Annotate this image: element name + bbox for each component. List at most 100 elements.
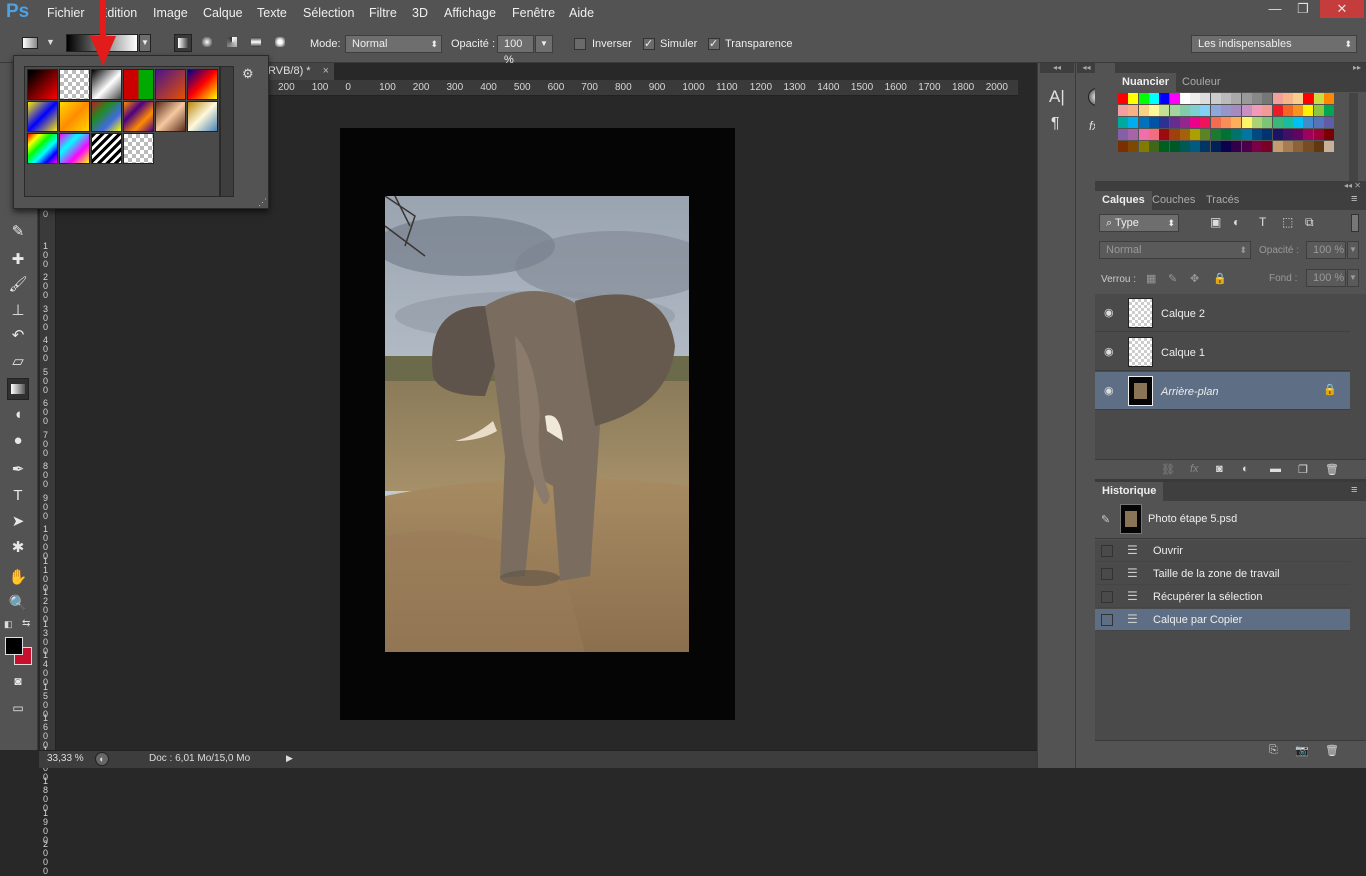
color-swatch[interactable] — [1241, 93, 1252, 104]
blur-tool-icon[interactable]: ◖ — [7, 404, 29, 426]
layer-row[interactable]: ◉ Arrière-plan 🔒 — [1095, 372, 1350, 410]
history-brush-source-icon[interactable]: ✎ — [1101, 513, 1110, 526]
color-swatch[interactable] — [1118, 93, 1128, 104]
color-swatch[interactable] — [1241, 141, 1252, 152]
color-swatch[interactable] — [1159, 129, 1170, 140]
fill-input[interactable]: 100 % — [1306, 269, 1346, 287]
color-swatch[interactable] — [1159, 117, 1170, 128]
collapse-arrow-icon[interactable]: ▸▸ — [1115, 63, 1366, 73]
custom-shape-tool-icon[interactable]: ✱ — [7, 537, 29, 559]
filter-toggle[interactable] — [1351, 214, 1359, 232]
tab-historique[interactable]: Historique — [1095, 482, 1164, 501]
workspace-select[interactable]: Les indispensables ⬍ — [1191, 35, 1357, 53]
gradient-preset-swatch[interactable] — [187, 101, 218, 132]
color-swatch[interactable] — [1148, 105, 1159, 116]
color-swatch[interactable] — [1179, 117, 1190, 128]
color-swatch[interactable] — [1251, 105, 1262, 116]
gradient-preset-swatch[interactable] — [155, 101, 186, 132]
color-swatch[interactable] — [1324, 93, 1334, 104]
color-swatch[interactable] — [1324, 141, 1334, 152]
color-swatch[interactable] — [1179, 105, 1190, 116]
layer-opacity-input[interactable]: 100 % — [1306, 241, 1346, 259]
tab-couleur[interactable]: Couleur — [1175, 73, 1228, 92]
color-swatch[interactable] — [1128, 105, 1139, 116]
layer-row[interactable]: ◉ Calque 2 — [1095, 294, 1350, 332]
eye-icon[interactable]: ◉ — [1104, 384, 1114, 397]
color-swatch[interactable] — [1138, 129, 1149, 140]
gradient-preset-swatch[interactable] — [59, 133, 90, 164]
swatch-grid[interactable] — [1118, 93, 1348, 193]
color-swatch[interactable] — [1159, 141, 1170, 152]
gradient-preset-swatch[interactable] — [155, 69, 186, 100]
color-swatch[interactable] — [1293, 93, 1304, 104]
layer-name[interactable]: Calque 1 — [1161, 347, 1205, 359]
menu-selection[interactable]: Sélection — [303, 6, 354, 20]
color-swatch[interactable] — [1128, 93, 1139, 104]
new-document-from-state-icon[interactable]: ⎘ — [1269, 744, 1278, 757]
gradient-tool-icon[interactable] — [22, 37, 38, 49]
menu-fenetre[interactable]: Fenêtre — [512, 6, 555, 20]
fill-chevron-icon[interactable]: ▼ — [1347, 269, 1359, 287]
reflected-gradient-button[interactable] — [248, 34, 266, 52]
color-swatch[interactable] — [1262, 141, 1273, 152]
diamond-gradient-button[interactable] — [272, 34, 290, 52]
opacity-input[interactable]: 100 % — [497, 35, 534, 66]
color-swatch[interactable] — [1303, 93, 1314, 104]
swatches-scrollbar[interactable] — [1349, 93, 1358, 188]
gradient-preset-swatch[interactable] — [27, 101, 58, 132]
color-swatch[interactable] — [1231, 105, 1242, 116]
filter-smart-object-icon[interactable]: ⧉ — [1305, 215, 1314, 230]
history-source-checkbox[interactable] — [1101, 545, 1113, 557]
color-swatch[interactable] — [1231, 129, 1242, 140]
angle-gradient-button[interactable] — [224, 34, 242, 52]
color-swatch[interactable] — [1169, 141, 1180, 152]
gear-icon[interactable]: ⚙ — [242, 66, 254, 82]
color-swatch[interactable] — [1169, 105, 1180, 116]
color-swatch[interactable] — [1190, 105, 1201, 116]
fx-icon[interactable]: fx — [1190, 463, 1199, 475]
gradient-preset-swatch[interactable] — [187, 69, 218, 100]
hand-tool-icon[interactable]: ✋ — [7, 567, 29, 589]
tab-traces[interactable]: Tracés — [1199, 191, 1246, 210]
color-swatch[interactable] — [1272, 129, 1283, 140]
color-swatch[interactable] — [1210, 117, 1221, 128]
filter-shape-icon[interactable]: ⬚ — [1282, 215, 1293, 229]
color-swatch[interactable] — [1282, 93, 1293, 104]
filter-adjustment-icon[interactable]: ◐ — [1233, 215, 1240, 229]
color-swatch[interactable] — [1118, 105, 1128, 116]
gradient-preset-swatch[interactable] — [91, 133, 122, 164]
menu-calque[interactable]: Calque — [203, 6, 243, 20]
color-swatch[interactable] — [1313, 93, 1324, 104]
type-tool-icon[interactable]: T — [7, 485, 29, 507]
color-swatch[interactable] — [1159, 93, 1170, 104]
color-swatch[interactable] — [1282, 141, 1293, 152]
color-swatch[interactable] — [1118, 117, 1128, 128]
color-swatch[interactable] — [1148, 141, 1159, 152]
new-layer-icon[interactable]: ❐ — [1298, 463, 1308, 476]
layer-name[interactable]: Calque 2 — [1161, 308, 1205, 320]
restore-button[interactable]: ❐ — [1288, 0, 1318, 18]
color-swatch[interactable] — [1138, 141, 1149, 152]
color-swatch[interactable] — [1138, 105, 1149, 116]
tab-couches[interactable]: Couches — [1145, 191, 1202, 210]
gradient-preset-swatch[interactable] — [27, 69, 58, 100]
color-swatch[interactable] — [1313, 117, 1324, 128]
color-swatch[interactable] — [1251, 141, 1262, 152]
history-state[interactable]: ☰ Taille de la zone de travail — [1095, 563, 1350, 585]
opacity-chevron-icon[interactable]: ▼ — [535, 35, 553, 53]
close-icon[interactable]: × — [323, 63, 329, 80]
document-tab[interactable]: RVB/8) * × — [262, 63, 334, 80]
gradient-picker-chevron-icon[interactable]: ▼ — [139, 34, 151, 52]
eye-icon[interactable]: ◉ — [1104, 306, 1114, 319]
color-swatch[interactable] — [1200, 141, 1211, 152]
color-swatch[interactable] — [1190, 129, 1201, 140]
layer-opacity-chevron-icon[interactable]: ▼ — [1347, 241, 1359, 259]
gradient-preset-swatch[interactable] — [123, 133, 154, 164]
color-swatch[interactable] — [1128, 141, 1139, 152]
color-swatch[interactable] — [1293, 141, 1304, 152]
color-swatch[interactable] — [1118, 129, 1128, 140]
tab-nuancier[interactable]: Nuancier — [1115, 73, 1177, 92]
tool-preset-chevron-icon[interactable]: ▼ — [46, 37, 55, 47]
color-swatch[interactable] — [1293, 117, 1304, 128]
lock-all-icon[interactable]: 🔒 — [1213, 272, 1227, 285]
